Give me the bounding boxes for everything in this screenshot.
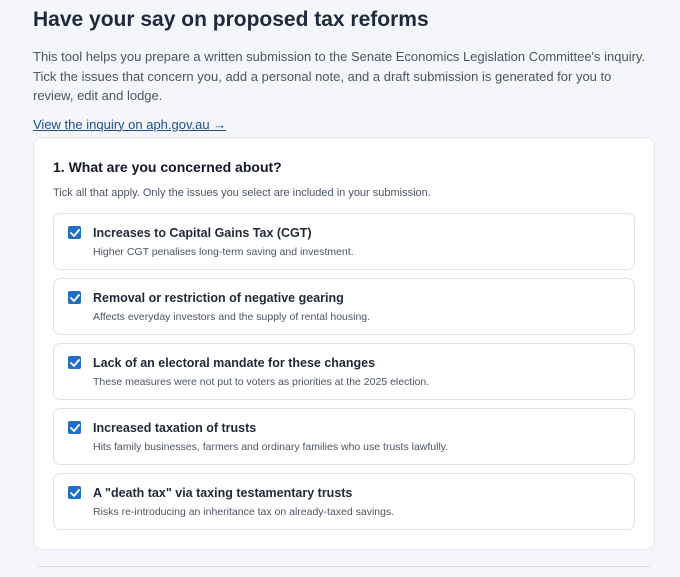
concern-option-trusts[interactable]: Increased taxation of trusts Hits family… — [53, 408, 635, 465]
page-title: Have your say on proposed tax reforms — [33, 8, 429, 31]
checkbox-checked-icon[interactable] — [68, 356, 81, 369]
concern-option-mandate[interactable]: Lack of an electoral mandate for these c… — [53, 343, 635, 400]
option-description: Higher CGT penalises long-term saving an… — [93, 246, 354, 258]
concern-option-death-tax[interactable]: A "death tax" via taxing testamentary tr… — [53, 473, 635, 530]
concerns-card: 1. What are you concerned about? Tick al… — [33, 137, 655, 550]
option-title: Removal or restriction of negative geari… — [93, 291, 344, 305]
section-hint: Tick all that apply. Only the issues you… — [53, 187, 431, 199]
option-title: Lack of an electoral mandate for these c… — [93, 356, 376, 370]
checkbox-checked-icon[interactable] — [68, 421, 81, 434]
option-title: A "death tax" via taxing testamentary tr… — [93, 486, 353, 500]
option-title: Increases to Capital Gains Tax (CGT) — [93, 226, 312, 240]
option-description: Risks re-introducing an inheritance tax … — [93, 506, 395, 518]
concern-option-cgt[interactable]: Increases to Capital Gains Tax (CGT) Hig… — [53, 213, 635, 270]
concern-options: Increases to Capital Gains Tax (CGT) Hig… — [53, 213, 635, 530]
checkbox-checked-icon[interactable] — [68, 291, 81, 304]
section-title: 1. What are you concerned about? — [53, 159, 282, 175]
checkbox-checked-icon[interactable] — [68, 486, 81, 499]
option-title: Increased taxation of trusts — [93, 421, 257, 435]
option-description: These measures were not put to voters as… — [93, 376, 430, 388]
checkbox-checked-icon[interactable] — [68, 226, 81, 239]
inquiry-link[interactable]: View the inquiry on aph.gov.au → — [33, 117, 226, 132]
option-description: Hits family businesses, farmers and ordi… — [93, 441, 449, 453]
option-description: Affects everyday investors and the suppl… — [93, 311, 371, 323]
concern-option-negative-gearing[interactable]: Removal or restriction of negative geari… — [53, 278, 635, 335]
intro-text: This tool helps you prepare a written su… — [33, 49, 646, 103]
page: Have your say on proposed tax reforms Th… — [0, 0, 680, 134]
